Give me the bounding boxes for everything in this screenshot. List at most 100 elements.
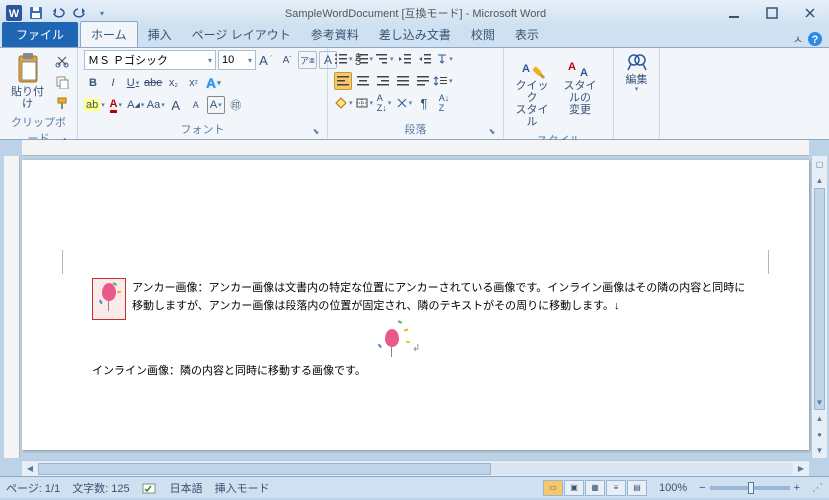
bold-button[interactable]: B: [84, 74, 102, 92]
char-shading-icon[interactable]: A◢: [127, 96, 145, 114]
shading-icon[interactable]: [334, 94, 353, 112]
change-styles-label: スタイルの 変更: [560, 80, 600, 116]
grow-font-icon[interactable]: A＾: [258, 51, 276, 69]
tab-home[interactable]: ホーム: [80, 21, 138, 47]
fullscreen-view-icon[interactable]: ▣: [564, 480, 584, 496]
font-launcher-icon[interactable]: ⬊: [311, 127, 321, 137]
sort-icon[interactable]: AZ↓: [375, 94, 393, 112]
align-justify-icon[interactable]: [394, 72, 412, 90]
align-center-icon[interactable]: [354, 72, 372, 90]
asian-layout-icon[interactable]: [395, 94, 413, 112]
font-size-combo[interactable]: 10: [218, 50, 256, 70]
numbering-icon[interactable]: 123: [355, 50, 374, 68]
zoom-thumb[interactable]: [748, 482, 754, 494]
align-left-icon[interactable]: [334, 72, 352, 90]
help-icon[interactable]: ?: [807, 31, 823, 47]
align-dist-icon[interactable]: [414, 72, 432, 90]
zoom-slider[interactable]: − +: [699, 482, 800, 494]
inline-image[interactable]: ↲: [372, 321, 420, 357]
strike-button[interactable]: abe: [144, 74, 162, 92]
print-layout-view-icon[interactable]: ▭: [543, 480, 563, 496]
bullets-icon[interactable]: [334, 50, 353, 68]
cut-icon[interactable]: [53, 52, 71, 70]
horizontal-scrollbar[interactable]: ◀ ▶: [22, 460, 809, 476]
font-color-icon[interactable]: A: [107, 96, 125, 114]
paste-button[interactable]: 貼り付け: [6, 50, 49, 112]
maximize-button[interactable]: [757, 4, 787, 22]
tab-layout[interactable]: ページ レイアウト: [182, 22, 301, 47]
page[interactable]: アンカー画像：アンカー画像は文書内の特定な位置にアンカーされている画像です。イン…: [22, 160, 809, 450]
qat-customize-icon[interactable]: ▾: [92, 3, 112, 23]
superscript-button[interactable]: x²: [184, 74, 202, 92]
line-spacing-icon[interactable]: [434, 72, 453, 90]
quick-styles-button[interactable]: A クイック スタイル: [510, 50, 554, 130]
ribbon-minimize-icon[interactable]: ㅅ: [793, 31, 803, 47]
redo-icon[interactable]: [70, 3, 90, 23]
close-button[interactable]: [795, 4, 825, 22]
ruler-toggle-icon[interactable]: ▢: [812, 156, 827, 172]
horizontal-ruler[interactable]: [22, 140, 809, 156]
multilevel-icon[interactable]: [375, 50, 394, 68]
indent-inc-icon[interactable]: [416, 50, 434, 68]
format-painter-icon[interactable]: [53, 94, 71, 112]
italic-button[interactable]: I: [104, 74, 122, 92]
page-status[interactable]: ページ: 1/1: [6, 480, 60, 496]
ruby-icon[interactable]: ア亜: [298, 51, 317, 69]
subscript-button[interactable]: x₂: [164, 74, 182, 92]
char-border-icon[interactable]: A: [207, 96, 225, 114]
app-icon[interactable]: W: [4, 3, 24, 23]
change-styles-button[interactable]: AA スタイルの 変更: [558, 50, 602, 118]
shrink-font-icon[interactable]: Aˇ: [278, 51, 296, 69]
next-page-icon[interactable]: ▼: [812, 442, 827, 458]
text-effects-icon[interactable]: A: [204, 74, 222, 92]
grow-font2-icon[interactable]: A: [167, 96, 185, 114]
spellcheck-icon[interactable]: [142, 481, 158, 495]
zoom-level[interactable]: 100%: [659, 482, 687, 494]
language-status[interactable]: 日本語: [170, 480, 203, 496]
save-icon[interactable]: [26, 3, 46, 23]
paragraph-launcher-icon[interactable]: ⬊: [487, 127, 497, 137]
borders-icon[interactable]: [355, 94, 374, 112]
text-direction-icon[interactable]: [436, 50, 454, 68]
hscroll-thumb[interactable]: [38, 463, 491, 475]
copy-icon[interactable]: [53, 73, 71, 91]
scroll-left-icon[interactable]: ◀: [22, 464, 38, 473]
scroll-thumb[interactable]: [814, 188, 825, 410]
zoom-out-icon[interactable]: −: [699, 482, 705, 494]
word-count[interactable]: 文字数: 125: [72, 480, 129, 496]
web-view-icon[interactable]: ▦: [585, 480, 605, 496]
tab-file[interactable]: ファイル: [2, 22, 78, 47]
outline-view-icon[interactable]: ≡: [606, 480, 626, 496]
indent-dec-icon[interactable]: [396, 50, 414, 68]
svg-text:A: A: [522, 63, 530, 75]
tab-review[interactable]: 校閲: [461, 22, 505, 47]
zoom-in-icon[interactable]: +: [794, 482, 800, 494]
vertical-ruler[interactable]: [4, 156, 20, 458]
minimize-button[interactable]: [719, 4, 749, 22]
tab-insert[interactable]: 挿入: [138, 22, 182, 47]
scroll-down-icon[interactable]: ▼: [812, 394, 827, 410]
show-marks-icon[interactable]: ¶: [415, 94, 433, 112]
font-name-combo[interactable]: ＭＳ Ｐゴシック: [84, 50, 216, 70]
highlight-icon[interactable]: ab: [84, 96, 105, 114]
tab-mailmerge[interactable]: 差し込み文書: [369, 22, 461, 47]
editing-button[interactable]: 編集 ▾: [620, 50, 653, 96]
underline-button[interactable]: U: [124, 74, 142, 92]
draft-view-icon[interactable]: ▤: [627, 480, 647, 496]
browse-object-icon[interactable]: ●: [812, 426, 827, 442]
shrink-font2-icon[interactable]: A: [187, 96, 205, 114]
change-case-icon[interactable]: Aa: [147, 96, 165, 114]
circled-char-icon[interactable]: ㊞: [227, 96, 245, 114]
tab-view[interactable]: 表示: [505, 22, 549, 47]
sort2-icon[interactable]: A↓Z: [435, 94, 453, 112]
tab-reference[interactable]: 参考資料: [301, 22, 369, 47]
scroll-up-icon[interactable]: ▲: [812, 172, 827, 188]
resize-grip-icon[interactable]: ⋰: [812, 481, 823, 494]
insert-mode[interactable]: 挿入モード: [215, 480, 270, 496]
prev-page-icon[interactable]: ▲: [812, 410, 827, 426]
vertical-scrollbar[interactable]: ▢ ▲ ▼ ▲ ● ▼: [811, 156, 827, 458]
document-content[interactable]: アンカー画像：アンカー画像は文書内の特定な位置にアンカーされている画像です。イン…: [92, 280, 749, 381]
undo-icon[interactable]: [48, 3, 68, 23]
align-right-icon[interactable]: [374, 72, 392, 90]
scroll-right-icon[interactable]: ▶: [793, 464, 809, 473]
